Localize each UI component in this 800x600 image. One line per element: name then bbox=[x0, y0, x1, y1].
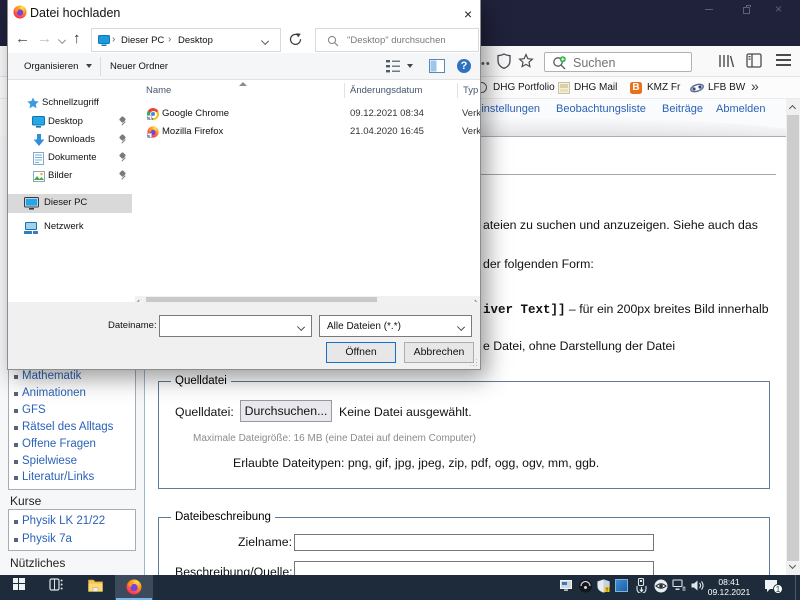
svg-text:!: ! bbox=[606, 587, 608, 593]
